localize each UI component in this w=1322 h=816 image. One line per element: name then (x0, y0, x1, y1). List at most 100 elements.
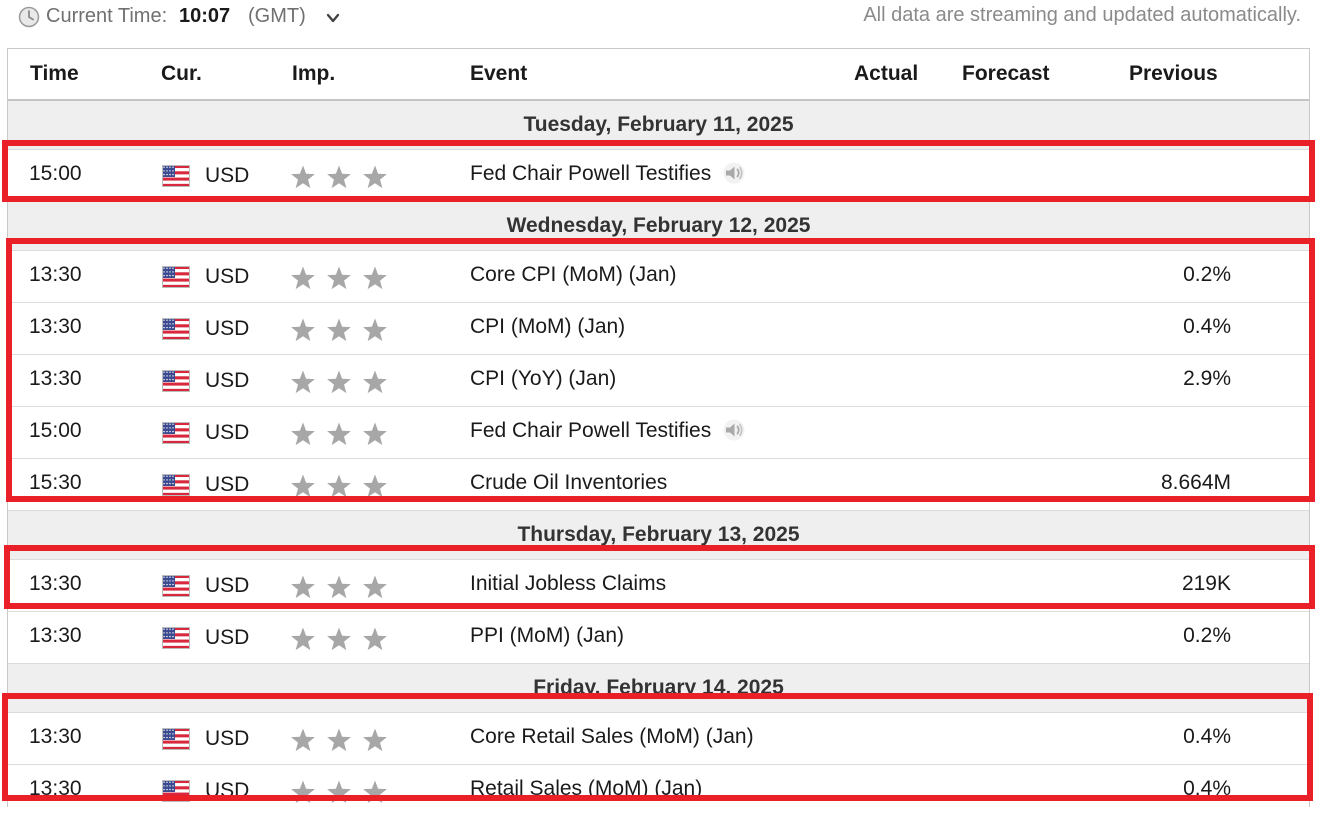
event-currency: USD (205, 626, 250, 649)
date-label: Friday, February 14, 2025 (533, 676, 784, 699)
column-header-actual: Actual (854, 62, 919, 85)
star-icon (327, 422, 351, 446)
us-flag-icon (162, 780, 190, 802)
event-name-link[interactable]: Fed Chair Powell Testifies (470, 162, 711, 185)
event-name-cell: PPI (MoM) (Jan) (470, 624, 624, 648)
importance-stars (291, 266, 387, 290)
star-icon (291, 780, 315, 804)
star-icon (327, 627, 351, 651)
event-currency: USD (205, 473, 250, 496)
importance-stars (291, 474, 387, 498)
speaker-icon[interactable] (721, 419, 747, 441)
date-label: Wednesday, February 12, 2025 (506, 214, 811, 237)
event-row[interactable]: 15:30 USD Crude Oil Inventories 8.664M (8, 459, 1309, 511)
event-time: 13:30 (29, 263, 82, 286)
event-currency: USD (205, 317, 250, 340)
event-name-link[interactable]: Crude Oil Inventories (470, 471, 667, 494)
star-icon (291, 627, 315, 651)
table-header: Time Cur. Imp. Event Actual Forecast Pre… (8, 49, 1309, 101)
us-flag-icon (162, 627, 190, 649)
event-row[interactable]: 13:30 USD CPI (MoM) (Jan) 0.4% (8, 303, 1309, 355)
importance-stars (291, 780, 387, 804)
event-name-link[interactable]: Core Retail Sales (MoM) (Jan) (470, 725, 754, 748)
star-icon (327, 474, 351, 498)
star-icon (363, 266, 387, 290)
event-name-link[interactable]: CPI (YoY) (Jan) (470, 367, 616, 390)
event-name-link[interactable]: Core CPI (MoM) (Jan) (470, 263, 677, 286)
event-previous: 0.2% (1183, 624, 1231, 647)
star-icon (327, 728, 351, 752)
event-row[interactable]: 13:30 USD Core CPI (MoM) (Jan) 0.2% (8, 251, 1309, 303)
event-currency: USD (205, 421, 250, 444)
column-header-time: Time (30, 62, 79, 85)
star-icon (291, 370, 315, 394)
event-name-cell: Initial Jobless Claims (470, 572, 666, 596)
date-label: Tuesday, February 11, 2025 (523, 113, 794, 136)
column-header-currency: Cur. (161, 62, 202, 85)
star-icon (327, 318, 351, 342)
event-currency: USD (205, 164, 250, 187)
event-row[interactable]: 13:30 USD Core Retail Sales (MoM) (Jan) 0.4… (8, 713, 1309, 765)
event-time: 13:30 (29, 367, 82, 390)
event-time: 13:30 (29, 624, 82, 647)
date-row: Thursday, February 13, 2025 (8, 511, 1309, 560)
importance-stars (291, 165, 387, 189)
current-time-value: 10:07 (179, 5, 231, 27)
importance-stars (291, 728, 387, 752)
event-name-link[interactable]: PPI (MoM) (Jan) (470, 624, 624, 647)
event-row[interactable]: 13:30 USD Initial Jobless Claims 219K (8, 560, 1309, 612)
event-row[interactable]: 13:30 USD PPI (MoM) (Jan) 0.2% (8, 612, 1309, 664)
event-time: 13:30 (29, 572, 82, 595)
us-flag-icon (162, 422, 190, 444)
us-flag-icon (162, 165, 190, 187)
event-name-link[interactable]: Retail Sales (MoM) (Jan) (470, 777, 702, 800)
event-row[interactable]: 15:00 USD Fed Chair Powell Testifies (8, 407, 1309, 459)
event-row[interactable]: 13:30 USD Retail Sales (MoM) (Jan) 0.4% (8, 765, 1309, 816)
importance-stars (291, 370, 387, 394)
event-time: 15:30 (29, 471, 82, 494)
us-flag-icon (162, 575, 190, 597)
event-currency: USD (205, 265, 250, 288)
date-row: Friday, February 14, 2025 (8, 664, 1309, 713)
star-icon (291, 422, 315, 446)
event-row[interactable]: 13:30 USD CPI (YoY) (Jan) 2.9% (8, 355, 1309, 407)
event-time: 13:30 (29, 725, 82, 748)
importance-stars (291, 318, 387, 342)
event-currency: USD (205, 779, 250, 802)
star-icon (291, 266, 315, 290)
event-name-cell: Core CPI (MoM) (Jan) (470, 263, 677, 287)
top-bar: Current Time: 10:07 (GMT) All data are s… (0, 0, 1322, 40)
speaker-icon[interactable] (721, 162, 747, 184)
current-time-label: Current Time: (46, 5, 168, 27)
event-name-link[interactable]: CPI (MoM) (Jan) (470, 315, 625, 338)
timezone-selector[interactable]: (GMT) (248, 5, 306, 28)
star-icon (291, 165, 315, 189)
importance-stars (291, 422, 387, 446)
event-currency: USD (205, 369, 250, 392)
column-header-event: Event (470, 62, 528, 85)
event-previous: 219K (1181, 572, 1231, 595)
event-name-link[interactable]: Fed Chair Powell Testifies (470, 419, 711, 442)
star-icon (363, 422, 387, 446)
column-header-importance: Imp. (292, 62, 336, 85)
us-flag-icon (162, 474, 190, 496)
event-time: 13:30 (29, 777, 82, 800)
event-time: 15:00 (29, 162, 82, 185)
date-label: Thursday, February 13, 2025 (517, 523, 800, 546)
importance-stars (291, 627, 387, 651)
star-icon (327, 165, 351, 189)
event-name-cell: CPI (MoM) (Jan) (470, 315, 625, 339)
star-icon (363, 474, 387, 498)
event-name-cell: CPI (YoY) (Jan) (470, 367, 616, 391)
event-row[interactable]: 15:00 USD Fed Chair Powell Testifies (8, 150, 1309, 202)
event-name-cell: Core Retail Sales (MoM) (Jan) (470, 725, 754, 749)
streaming-note: All data are streaming and updated autom… (863, 4, 1301, 26)
event-previous: 0.4% (1183, 777, 1231, 800)
event-previous: 8.664M (1160, 471, 1231, 494)
us-flag-icon (162, 728, 190, 750)
star-icon (327, 575, 351, 599)
chevron-down-icon[interactable] (326, 12, 340, 24)
table-body: Tuesday, February 11, 2025 15:00 USD Fed Ch… (8, 101, 1309, 816)
event-name-link[interactable]: Initial Jobless Claims (470, 572, 666, 595)
event-name-cell: Crude Oil Inventories (470, 471, 667, 495)
